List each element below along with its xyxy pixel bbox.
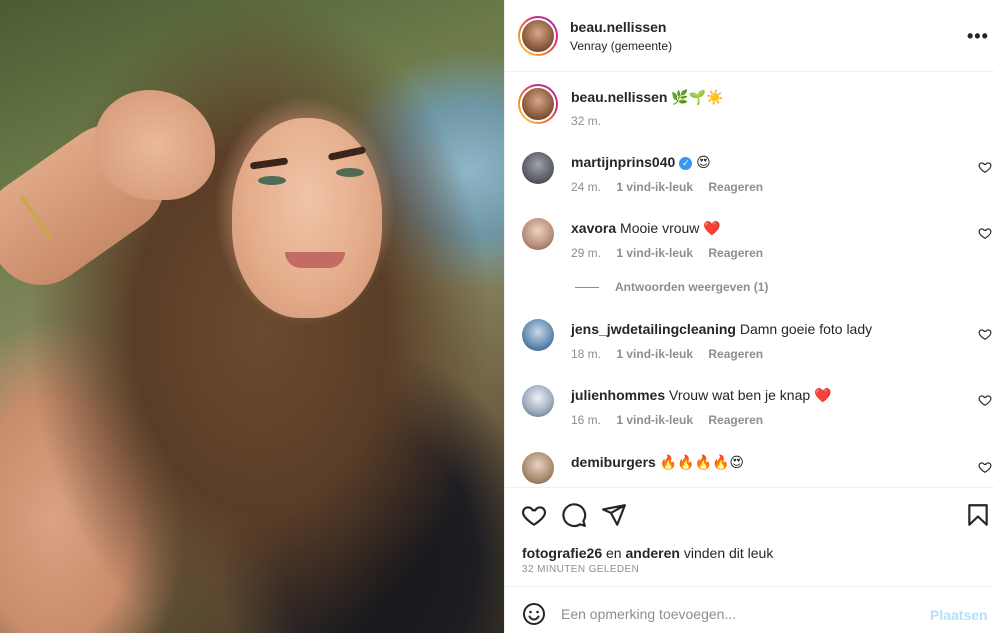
- comment-reply-button[interactable]: Reageren: [708, 246, 763, 260]
- photo-hand: [95, 90, 215, 200]
- bookmark-icon[interactable]: [965, 502, 991, 528]
- comment-username[interactable]: xavora: [571, 220, 616, 236]
- comment-meta: 16 m. 1 vind-ik-leuk Reageren: [571, 413, 775, 427]
- comment-body: Mooie vrouw ❤️: [620, 220, 721, 236]
- post-panel: beau.nellissen Venray (gemeente) ••• bea…: [504, 0, 994, 633]
- comment-likes[interactable]: 1 vind-ik-leuk: [616, 180, 693, 194]
- comment-meta: 24 m. 1 vind-ik-leuk Reageren: [571, 180, 775, 194]
- comment-time[interactable]: 16 m.: [571, 413, 601, 427]
- comment-text: xavora Mooie vrouw ❤️: [571, 220, 721, 237]
- likes-suffix: vinden dit leuk: [683, 545, 774, 561]
- comment-body: 😍: [696, 154, 711, 170]
- share-icon[interactable]: [601, 502, 627, 528]
- comment-body: 🔥🔥🔥🔥😍: [659, 454, 745, 470]
- comment-username[interactable]: julienhommes: [571, 387, 665, 403]
- comment-item: martijnprins040 ✓ 😍 24 m. 1 vind-ik-leuk …: [505, 152, 994, 204]
- photo-eye-right: [336, 168, 364, 177]
- emoji-icon[interactable]: [522, 602, 546, 626]
- likes-connector: en: [606, 545, 622, 561]
- caption-avatar[interactable]: [518, 84, 558, 124]
- comment-meta: 18 m. 1 vind-ik-leuk Reageren: [571, 347, 775, 361]
- view-replies-label: Antwoorden weergeven (1): [615, 280, 769, 294]
- comment-heart-icon[interactable]: [978, 393, 992, 407]
- comment-likes[interactable]: 1 vind-ik-leuk: [616, 246, 693, 260]
- comment-username[interactable]: martijnprins040: [571, 154, 675, 170]
- caption-text: beau.nellissen 🌿🌱☀️: [571, 89, 724, 106]
- author-username[interactable]: beau.nellissen: [570, 19, 666, 35]
- likes-summary[interactable]: fotografie26 en anderen vinden dit leuk: [522, 545, 773, 561]
- caption-time: 32 m.: [571, 114, 602, 128]
- comment-meta: 29 m. 1 vind-ik-leuk Reageren: [571, 246, 775, 260]
- comment-likes[interactable]: 1 vind-ik-leuk: [616, 413, 693, 427]
- comment-body: Damn goeie foto lady: [739, 321, 873, 337]
- comment-time[interactable]: 29 m.: [571, 246, 601, 260]
- comment-item: demiburgers 🔥🔥🔥🔥😍: [505, 452, 994, 487]
- more-options-icon[interactable]: •••: [967, 26, 989, 47]
- comment-time[interactable]: 24 m.: [571, 180, 601, 194]
- comment-heart-icon[interactable]: [978, 226, 992, 240]
- comment-heart-icon[interactable]: [978, 460, 992, 474]
- heart-icon[interactable]: [521, 502, 547, 528]
- post-header: beau.nellissen Venray (gemeente) •••: [505, 0, 994, 72]
- photo-eye-left: [258, 176, 286, 185]
- comment-time[interactable]: 18 m.: [571, 347, 601, 361]
- comment-body: Vrouw wat ben je knap ❤️: [669, 387, 832, 403]
- photo-lips: [285, 252, 345, 268]
- post-actions: fotografie26 en anderen vinden dit leuk …: [505, 487, 994, 587]
- post-comment-button[interactable]: Plaatsen: [930, 607, 988, 623]
- comment-item: julienhommes Vrouw wat ben je knap ❤️ 16…: [505, 385, 994, 437]
- comment-item: xavora Mooie vrouw ❤️ 29 m. 1 vind-ik-le…: [505, 218, 994, 270]
- post-timestamp[interactable]: 32 MINUTEN GELEDEN: [522, 564, 639, 575]
- add-comment-bar: Plaatsen: [505, 588, 994, 633]
- comment-icon[interactable]: [561, 502, 587, 528]
- comment-heart-icon[interactable]: [978, 327, 992, 341]
- comment-reply-button[interactable]: Reageren: [708, 413, 763, 427]
- likes-user[interactable]: fotografie26: [522, 545, 602, 561]
- comment-reply-button[interactable]: Reageren: [708, 180, 763, 194]
- comment-heart-icon[interactable]: [978, 160, 992, 174]
- view-replies-button[interactable]: Antwoorden weergeven (1): [575, 280, 768, 294]
- post-location[interactable]: Venray (gemeente): [570, 39, 672, 53]
- caption-body: 🌿🌱☀️: [671, 89, 724, 105]
- caption-username[interactable]: beau.nellissen: [571, 89, 667, 105]
- likes-others[interactable]: anderen: [625, 545, 679, 561]
- comment-avatar[interactable]: [522, 152, 554, 184]
- replies-divider: [575, 287, 599, 289]
- comment-username[interactable]: jens_jwdetailingcleaning: [571, 321, 736, 337]
- comment-text: jens_jwdetailingcleaning Damn goeie foto…: [571, 321, 872, 337]
- comment-input[interactable]: [561, 601, 911, 627]
- post-photo[interactable]: [0, 0, 504, 633]
- comment-avatar[interactable]: [522, 452, 554, 484]
- comments-list[interactable]: beau.nellissen 🌿🌱☀️ 32 m. martijnprins04…: [505, 72, 994, 487]
- comment-text: martijnprins040 ✓ 😍: [571, 154, 711, 171]
- comment-username[interactable]: demiburgers: [571, 454, 656, 470]
- comment-reply-button[interactable]: Reageren: [708, 347, 763, 361]
- comment-avatar[interactable]: [522, 319, 554, 351]
- verified-badge-icon: ✓: [679, 157, 693, 170]
- comment-avatar[interactable]: [522, 385, 554, 417]
- comment-likes[interactable]: 1 vind-ik-leuk: [616, 347, 693, 361]
- comment-avatar[interactable]: [522, 218, 554, 250]
- comment-text: demiburgers 🔥🔥🔥🔥😍: [571, 454, 744, 471]
- comment-item: jens_jwdetailingcleaning Damn goeie foto…: [505, 319, 994, 371]
- comment-text: julienhommes Vrouw wat ben je knap ❤️: [571, 387, 831, 404]
- author-avatar[interactable]: [518, 16, 558, 56]
